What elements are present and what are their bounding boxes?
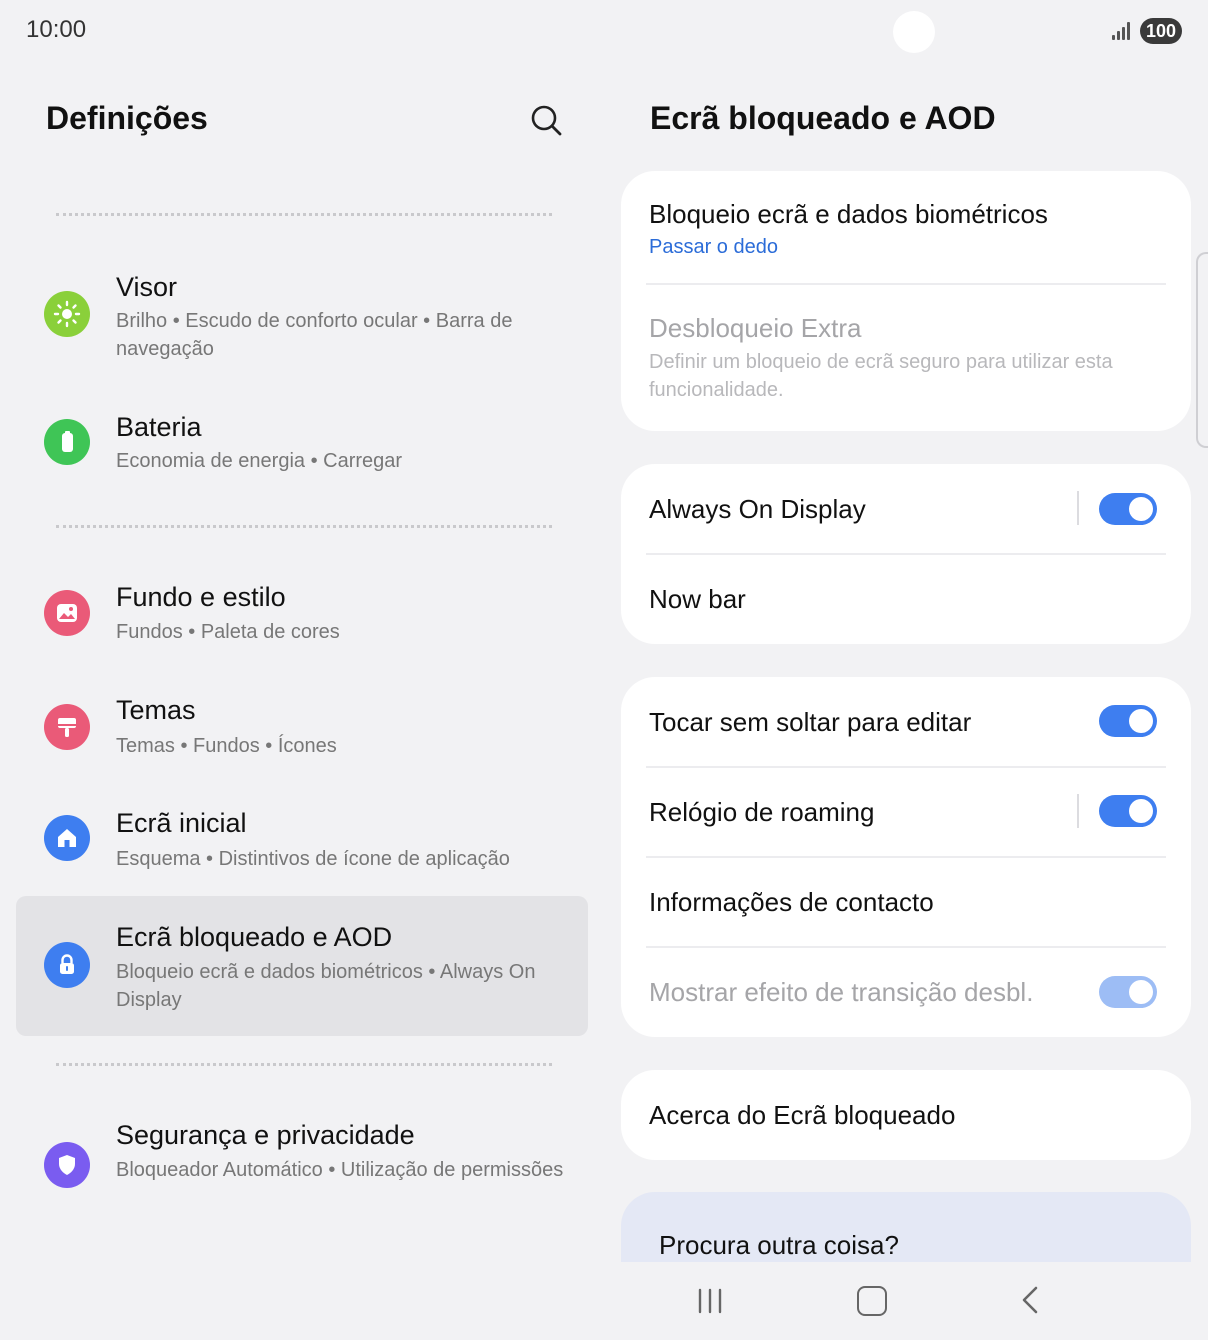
scroll-indicator[interactable] <box>1196 252 1208 448</box>
row-title: Acerca do Ecrã bloqueado <box>649 1100 956 1130</box>
item-subtitle: Temas • Fundos • Ícones <box>116 735 337 757</box>
home-icon <box>44 815 90 861</box>
touch-hold-edit-row[interactable]: Tocar sem soltar para editar <box>621 677 1191 767</box>
item-title: Segurança e privacidade <box>116 1120 415 1150</box>
sidebar-item-temas[interactable]: Temas Temas • Fundos • Ícones <box>16 682 588 774</box>
item-title: Ecrã bloqueado e AOD <box>116 922 393 952</box>
item-subtitle: Economia de energia • Carregar <box>116 450 403 472</box>
shield-icon <box>44 1142 90 1188</box>
image-icon <box>44 590 90 636</box>
lock-screen-biometrics-row[interactable]: Bloqueio ecrã e dados biométricos Passar… <box>621 171 1191 284</box>
item-subtitle: Esquema • Distintivos de ícone de aplica… <box>116 848 510 870</box>
lock-security-card: Bloqueio ecrã e dados biométricos Passar… <box>621 171 1191 431</box>
row-title: Informações de contacto <box>649 887 934 917</box>
sun-icon <box>44 291 90 337</box>
row-separator <box>1077 491 1079 525</box>
recent-apps-button[interactable] <box>696 1288 726 1314</box>
row-title: Desbloqueio Extra <box>649 313 862 343</box>
item-title: Bateria <box>116 412 202 442</box>
detail-title: Ecrã bloqueado e AOD <box>650 100 996 136</box>
row-title: Now bar <box>649 584 746 614</box>
row-title: Relógio de roaming <box>649 797 875 827</box>
item-subtitle: Fundos • Paleta de cores <box>116 621 340 643</box>
contact-info-row[interactable]: Informações de contacto <box>621 858 1191 947</box>
page-title: Definições <box>46 100 208 136</box>
sidebar-item-fundo-estilo[interactable]: Fundo e estilo Fundos • Paleta de cores <box>16 568 588 660</box>
camera-cutout <box>893 11 935 53</box>
row-subtitle: Passar o dedo <box>649 236 778 258</box>
aod-toggle[interactable] <box>1099 493 1157 525</box>
home-button[interactable] <box>857 1286 887 1316</box>
sidebar-item-ecra-inicial[interactable]: Ecrã inicial Esquema • Distintivos de íc… <box>16 795 588 887</box>
section-divider <box>56 525 552 528</box>
item-title: Visor <box>116 272 178 302</box>
signal-icon <box>1112 22 1132 40</box>
roaming-clock-row[interactable]: Relógio de roaming <box>621 768 1191 857</box>
now-bar-row[interactable]: Now bar <box>621 555 1191 644</box>
item-title: Ecrã inicial <box>116 808 247 838</box>
always-on-display-row[interactable]: Always On Display <box>621 464 1191 554</box>
unlock-transition-toggle <box>1099 976 1157 1008</box>
battery-level-badge: 100 <box>1140 18 1182 44</box>
back-button[interactable] <box>1018 1286 1044 1314</box>
search-icon <box>531 105 562 136</box>
about-card: Acerca do Ecrã bloqueado <box>621 1070 1191 1160</box>
sidebar-item-seguranca[interactable]: Segurança e privacidade Bloqueador Autom… <box>16 1106 588 1226</box>
extra-unlock-row: Desbloqueio Extra Definir um bloqueio de… <box>621 285 1191 431</box>
paint-brush-icon <box>44 704 90 750</box>
item-subtitle: Bloqueio ecrã e dados biométricos • Alwa… <box>116 961 536 1011</box>
touch-hold-edit-toggle[interactable] <box>1099 705 1157 737</box>
unlock-transition-row: Mostrar efeito de transição desbl. <box>621 948 1191 1037</box>
row-title: Bloqueio ecrã e dados biométricos <box>649 199 1048 229</box>
item-subtitle: Bloqueador Automático • Utilização de pe… <box>116 1159 564 1181</box>
item-subtitle: Brilho • Escudo de conforto ocular • Bar… <box>116 310 513 360</box>
item-title: Fundo e estilo <box>116 582 286 612</box>
sidebar-item-visor[interactable]: Visor Brilho • Escudo de conforto ocular… <box>16 256 588 376</box>
roaming-clock-toggle[interactable] <box>1099 795 1157 827</box>
battery-icon <box>44 419 90 465</box>
looking-title: Procura outra coisa? <box>659 1230 899 1260</box>
row-title: Always On Display <box>649 494 866 524</box>
row-separator <box>1077 794 1079 828</box>
section-divider <box>56 213 552 216</box>
item-title: Temas <box>116 695 196 725</box>
aod-card: Always On Display Now bar <box>621 464 1191 644</box>
sidebar-item-ecra-bloqueado[interactable]: Ecrã bloqueado e AOD Bloqueio ecrã e dad… <box>16 896 588 1036</box>
row-title: Tocar sem soltar para editar <box>649 707 972 737</box>
status-time: 10:00 <box>26 16 87 43</box>
search-button[interactable] <box>524 98 568 142</box>
back-icon <box>1022 1286 1038 1314</box>
row-subtitle: Definir um bloqueio de ecrã seguro para … <box>649 351 1113 401</box>
lock-icon <box>44 942 90 988</box>
sidebar-item-bateria[interactable]: Bateria Economia de energia • Carregar <box>16 398 588 490</box>
row-title: Mostrar efeito de transição desbl. <box>649 977 1034 1007</box>
looking-for-something-card: Procura outra coisa? <box>621 1192 1191 1262</box>
recent-apps-icon <box>698 1288 722 1314</box>
about-lock-screen-row[interactable]: Acerca do Ecrã bloqueado <box>621 1070 1191 1160</box>
section-divider <box>56 1063 552 1066</box>
lock-options-card: Tocar sem soltar para editar Relógio de … <box>621 677 1191 1037</box>
